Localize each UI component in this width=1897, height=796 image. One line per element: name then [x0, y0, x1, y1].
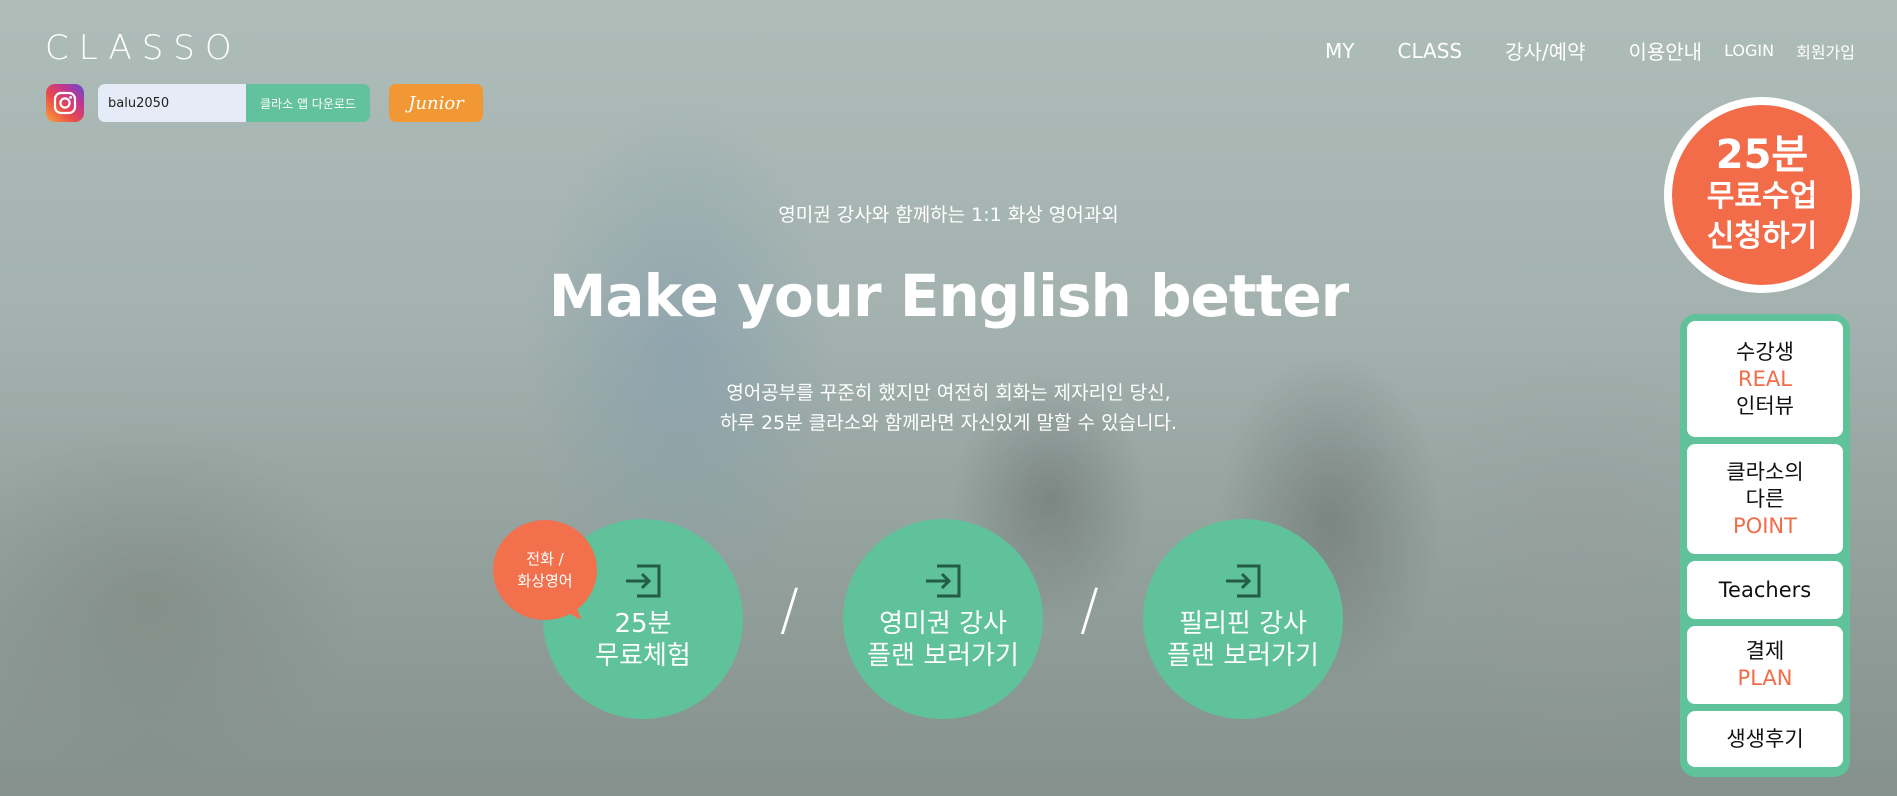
circle-label-2: 플랜 보러가기 — [867, 641, 1019, 671]
filipino-teacher-plan-button[interactable]: 필리핀 강사 플랜 보러가기 — [1143, 519, 1343, 719]
side-quick-menu: 수강생 REAL 인터뷰 클라소의 다른 POINT Teachers 결제 P… — [1680, 314, 1850, 777]
free-class-line3: 신청하기 — [1706, 219, 1818, 254]
instagram-icon[interactable] — [46, 84, 84, 122]
nav-item-guide[interactable]: 이용안내 — [1628, 36, 1702, 65]
phone-video-badge: 전화 / 화상영어 — [493, 520, 597, 620]
hero-headline: Make your English better — [548, 262, 1350, 330]
divider-slash: / — [1080, 578, 1099, 643]
side-item-teachers[interactable]: Teachers — [1687, 561, 1843, 619]
enter-icon — [1226, 564, 1261, 598]
circle-label-1: 25분 — [614, 609, 672, 639]
signup-link[interactable]: 회원가입 — [1796, 39, 1855, 63]
side-item-accent: PLAN — [1737, 666, 1793, 690]
side-item-text: 생생후기 — [1726, 726, 1804, 751]
free-class-minutes: 25분 — [1715, 132, 1809, 178]
app-download-button[interactable]: 클라소 앱 다운로드 — [246, 84, 370, 122]
divider-slash: / — [780, 578, 799, 643]
free-class-apply-button[interactable]: 25분 무료수업 신청하기 — [1664, 97, 1860, 293]
badge-line1: 전화 / — [526, 550, 564, 568]
hero-subtitle: 영미권 강사와 함께하는 1:1 화상 영어과외 — [778, 204, 1119, 226]
side-item-accent: POINT — [1733, 513, 1797, 538]
native-teacher-plan-button[interactable]: 영미권 강사 플랜 보러가기 — [843, 519, 1043, 719]
badge-line2: 화상영어 — [517, 572, 573, 590]
nav-item-class[interactable]: CLASS — [1397, 39, 1462, 63]
junior-button[interactable]: Junior — [389, 84, 483, 122]
side-item-reviews[interactable]: 생생후기 — [1687, 711, 1843, 767]
enter-icon — [626, 564, 661, 598]
top-nav: MY CLASS 강사/예약 이용안내 LOGIN 회원가입 — [1282, 36, 1855, 65]
side-item-text: 수강생 — [1736, 339, 1794, 364]
login-link[interactable]: LOGIN — [1724, 41, 1774, 60]
side-item-real-interview[interactable]: 수강생 REAL 인터뷰 — [1687, 321, 1843, 437]
classo-logo[interactable]: CLASSO — [45, 28, 242, 68]
circle-label-2: 무료체험 — [595, 641, 691, 671]
side-item-text: 인터뷰 — [1736, 393, 1794, 418]
circle-label-1: 필리핀 강사 — [1179, 609, 1307, 639]
side-item-payment-plan[interactable]: 결제 PLAN — [1687, 626, 1843, 704]
nav-item-my[interactable]: MY — [1325, 39, 1354, 63]
hero-desc-line1: 영어공부를 꾸준히 했지만 여전히 회화는 제자리인 당신, — [726, 382, 1171, 404]
side-item-text: Teachers — [1718, 577, 1812, 602]
enter-icon — [926, 564, 961, 598]
search-input[interactable] — [98, 84, 246, 122]
side-item-other-point[interactable]: 클라소의 다른 POINT — [1687, 444, 1843, 554]
nav-item-teachers-booking[interactable]: 강사/예약 — [1505, 36, 1585, 65]
search-bar: 클라소 앱 다운로드 — [98, 84, 370, 122]
circle-label-2: 플랜 보러가기 — [1167, 641, 1319, 671]
hero-desc-line2: 하루 25분 클라소와 함께라면 자신있게 말할 수 있습니다. — [719, 412, 1178, 434]
side-item-text: 클라소의 — [1726, 459, 1804, 484]
circle-label-1: 영미권 강사 — [879, 609, 1007, 639]
side-item-accent: REAL — [1738, 366, 1792, 391]
side-item-text: 다른 — [1745, 486, 1785, 511]
side-item-text: 결제 — [1745, 639, 1785, 663]
free-class-line2: 무료수업 — [1706, 179, 1818, 214]
